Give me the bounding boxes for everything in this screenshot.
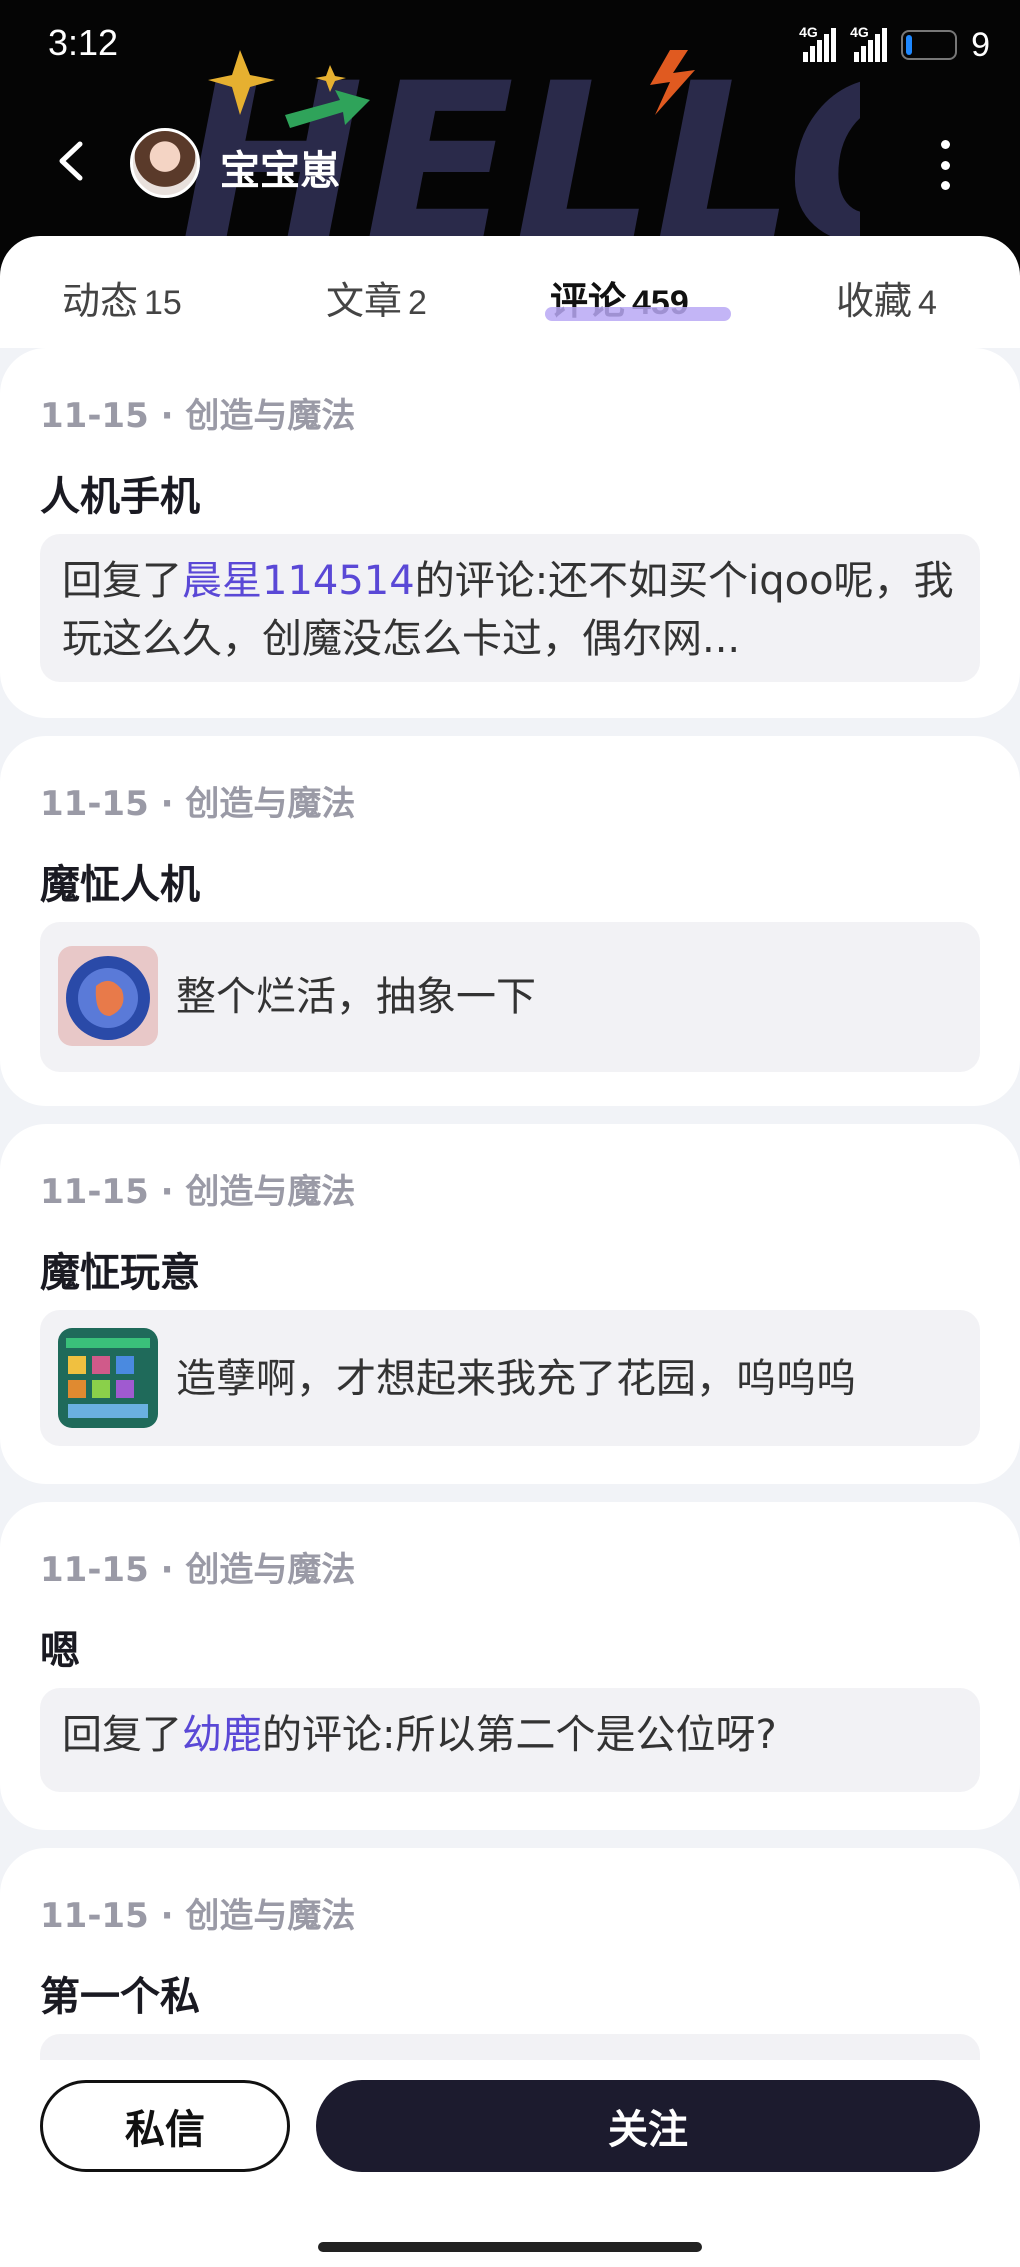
reply-text: 的评论:所以第二个是公位呀? (262, 1712, 777, 1758)
battery-icon (901, 30, 958, 60)
comment-card[interactable]: 11-15 · 创造与魔法 人机手机 回复了晨星114514的评论:还不如买个i… (0, 348, 1020, 718)
comment-meta: 11-15 · 创造与魔法 (40, 1172, 356, 1212)
comment-image-thumbnail[interactable] (58, 1328, 158, 1428)
avatar[interactable] (130, 128, 200, 198)
post-title[interactable]: 第一个私 (40, 1964, 200, 2022)
signal-icon: 4G (850, 24, 888, 62)
mention-link[interactable]: 幼鹿 (182, 1712, 262, 1758)
comment-card[interactable]: 11-15 · 创造与魔法 魔怔玩意 造孽啊，才想起来我充了花园，呜呜呜 (0, 1124, 1020, 1484)
battery-level: 9 (971, 25, 990, 64)
post-title[interactable]: 魔怔人机 (40, 852, 200, 910)
more-options-icon[interactable] (930, 140, 960, 190)
reply-prefix: 回复了 (62, 558, 182, 604)
reply-prefix: 回复了 (62, 1712, 182, 1758)
comment-meta: 11-15 · 创造与魔法 (40, 396, 356, 436)
comment-card[interactable]: 11-15 · 创造与魔法 嗯 回复了幼鹿的评论:所以第二个是公位呀? (0, 1502, 1020, 1830)
follow-button[interactable]: 关注 (316, 2080, 980, 2172)
active-tab-indicator (545, 307, 731, 321)
mention-link[interactable]: 晨星114514 (182, 558, 415, 604)
status-time: 3:12 (48, 22, 119, 63)
username[interactable]: 宝宝崽 (220, 138, 340, 196)
post-title[interactable]: 嗯 (40, 1618, 80, 1676)
reply-content[interactable]: 回复了晨星114514的评论:还不如买个iqoo呢，我玩这么久，创魔没怎么卡过，… (40, 534, 980, 682)
comment-meta: 11-15 · 创造与魔法 (40, 784, 356, 824)
post-title[interactable]: 魔怔玩意 (40, 1240, 200, 1298)
bottom-action-bar: 私信 关注 (0, 2060, 1020, 2267)
status-icons: 4G 4G 9 (799, 22, 990, 68)
home-indicator[interactable] (318, 2242, 702, 2252)
comment-card[interactable]: 11-15 · 创造与魔法 魔怔人机 整个烂活，抽象一下 (0, 736, 1020, 1106)
private-message-button[interactable]: 私信 (40, 2080, 290, 2172)
comment-image-thumbnail[interactable] (58, 946, 158, 1046)
tab-bar: 动态 15 文章 2 评论 459 收藏 4 (0, 236, 1020, 348)
tab-favorites[interactable]: 收藏 4 (836, 270, 937, 325)
image-comment[interactable]: 造孽啊，才想起来我充了花园，呜呜呜 (40, 1310, 980, 1446)
comment-meta: 11-15 · 创造与魔法 (40, 1896, 356, 1936)
back-arrow-icon[interactable] (50, 138, 96, 184)
comment-text: 整个烂活，抽象一下 (176, 974, 536, 1020)
post-title[interactable]: 人机手机 (40, 464, 200, 522)
tab-dynamics[interactable]: 动态 15 (62, 270, 182, 325)
signal-icon: 4G (799, 24, 837, 62)
comment-text: 造孽啊，才想起来我充了花园，呜呜呜 (176, 1356, 856, 1402)
tab-articles[interactable]: 文章 2 (326, 270, 427, 325)
reply-content[interactable]: 回复了幼鹿的评论:所以第二个是公位呀? (40, 1688, 980, 1792)
comment-meta: 11-15 · 创造与魔法 (40, 1550, 356, 1590)
image-comment[interactable]: 整个烂活，抽象一下 (40, 922, 980, 1072)
